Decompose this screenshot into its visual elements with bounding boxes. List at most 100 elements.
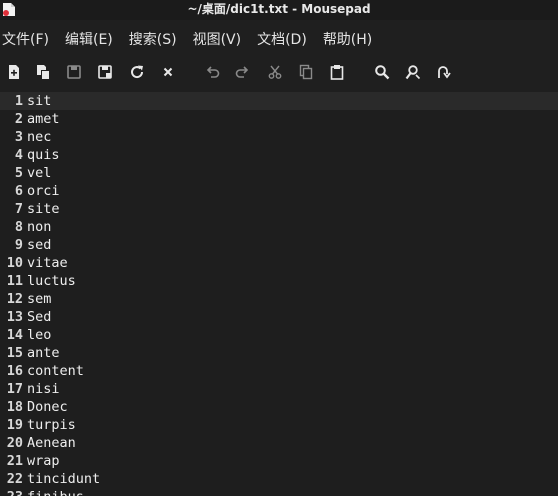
editor-line[interactable]: 9 sed xyxy=(0,236,558,254)
line-number: 13 xyxy=(6,309,23,325)
line-text[interactable]: wrap xyxy=(27,452,60,470)
line-number: 19 xyxy=(6,417,23,433)
editor-line[interactable]: 14 leo xyxy=(0,326,558,344)
reload-button[interactable] xyxy=(125,60,149,84)
editor-line[interactable]: 7 site xyxy=(0,200,558,218)
menu-search[interactable]: 搜索(S) xyxy=(125,29,177,49)
menu-help[interactable]: 帮助(H) xyxy=(319,29,372,49)
line-number: 18 xyxy=(6,399,23,415)
line-number: 15 xyxy=(6,345,23,361)
editor-line[interactable]: 6 orci xyxy=(0,182,558,200)
line-number: 22 xyxy=(6,471,23,487)
editor-line[interactable]: 15 ante xyxy=(0,344,558,362)
line-text[interactable]: content xyxy=(27,362,84,380)
undo-button[interactable] xyxy=(201,60,225,84)
line-text[interactable]: non xyxy=(27,218,51,236)
editor-line[interactable]: 4 quis xyxy=(0,146,558,164)
line-number: 14 xyxy=(6,327,23,343)
undo-icon xyxy=(206,66,220,78)
line-text[interactable]: amet xyxy=(27,110,60,128)
editor-line[interactable]: 3 nec xyxy=(0,128,558,146)
editor-line[interactable]: 10 vitae xyxy=(0,254,558,272)
goto-line-button[interactable] xyxy=(431,60,455,84)
line-number: 10 xyxy=(6,255,23,271)
editor-line[interactable]: 23 finibus xyxy=(0,488,558,496)
line-text[interactable]: nec xyxy=(27,128,51,146)
copy-button[interactable] xyxy=(294,60,318,84)
line-text[interactable]: nisi xyxy=(27,380,60,398)
editor-line[interactable]: 20 Aenean xyxy=(0,434,558,452)
editor-line[interactable]: 8 non xyxy=(0,218,558,236)
editor-line[interactable]: 21 wrap xyxy=(0,452,558,470)
editor-line[interactable]: 12 sem xyxy=(0,290,558,308)
editor-line[interactable]: 13 Sed xyxy=(0,308,558,326)
save-button[interactable] xyxy=(62,60,86,84)
title-bar: ~/桌面/dic1t.txt - Mousepad xyxy=(0,0,558,20)
editor-line[interactable]: 2 amet xyxy=(0,110,558,128)
menu-file[interactable]: 文件(F) xyxy=(0,29,49,49)
menu-edit[interactable]: 编辑(E) xyxy=(61,29,113,49)
editor-line[interactable]: 1 sit xyxy=(0,92,558,110)
line-number: 5 xyxy=(14,165,23,181)
line-number: 6 xyxy=(14,183,23,199)
line-text[interactable]: vitae xyxy=(27,254,68,272)
line-text[interactable]: sem xyxy=(27,290,51,308)
window-title: ~/桌面/dic1t.txt - Mousepad xyxy=(187,2,371,16)
line-text[interactable]: quis xyxy=(27,146,60,164)
line-number: 8 xyxy=(14,219,23,235)
line-text[interactable]: ante xyxy=(27,344,60,362)
find-replace-button[interactable] xyxy=(401,60,425,84)
editor-line[interactable]: 5 vel xyxy=(0,164,558,182)
line-text[interactable]: Donec xyxy=(27,398,68,416)
line-text[interactable]: turpis xyxy=(27,416,76,434)
line-number: 23 xyxy=(0,488,23,496)
editor-line[interactable]: 19 turpis xyxy=(0,416,558,434)
editor-line[interactable]: 18 Donec xyxy=(0,398,558,416)
find-button[interactable] xyxy=(370,60,394,84)
line-text[interactable]: orci xyxy=(27,182,60,200)
line-text[interactable]: vel xyxy=(27,164,51,182)
line-text[interactable]: sed xyxy=(27,236,51,254)
paste-button[interactable] xyxy=(325,60,349,84)
editor-line[interactable]: 16 content xyxy=(0,362,558,380)
line-number: 21 xyxy=(6,453,23,469)
line-text[interactable]: Sed xyxy=(27,308,51,326)
save-as-button[interactable] xyxy=(93,60,117,84)
line-number: 2 xyxy=(14,111,23,127)
editor-line[interactable]: 11 luctus xyxy=(0,272,558,290)
line-text[interactable]: leo xyxy=(27,326,51,344)
cut-button[interactable] xyxy=(263,60,287,84)
line-number: 16 xyxy=(6,363,23,379)
line-text[interactable]: site xyxy=(27,200,60,218)
new-document-button[interactable] xyxy=(2,60,26,84)
redo-button[interactable] xyxy=(230,60,254,84)
line-number: 11 xyxy=(6,273,23,289)
line-text[interactable]: sit xyxy=(27,92,51,110)
line-number: 17 xyxy=(6,381,23,397)
line-text[interactable]: Aenean xyxy=(27,434,76,452)
paste-icon xyxy=(330,65,344,80)
line-text[interactable]: luctus xyxy=(27,272,76,290)
new-window-icon xyxy=(37,65,49,79)
find-replace-icon xyxy=(405,65,421,80)
close-document-button[interactable] xyxy=(156,60,180,84)
line-number: 3 xyxy=(14,129,23,145)
menu-bar: 文件(F) 编辑(E) 搜索(S) 视图(V) 文档(D) 帮助(H) xyxy=(0,22,558,56)
save-icon xyxy=(67,65,81,79)
line-text[interactable]: tincidunt xyxy=(27,470,100,488)
line-number: 4 xyxy=(14,147,23,163)
line-text[interactable]: finibus xyxy=(27,488,84,496)
line-number: 20 xyxy=(6,435,23,451)
line-number: 1 xyxy=(14,93,23,109)
reload-icon xyxy=(131,65,144,79)
menu-document[interactable]: 文档(D) xyxy=(253,29,307,49)
new-window-button[interactable] xyxy=(31,60,55,84)
editor-line[interactable]: 17 nisi xyxy=(0,380,558,398)
redo-icon xyxy=(235,66,249,78)
line-number: 7 xyxy=(14,201,23,217)
editor-line[interactable]: 22 tincidunt xyxy=(0,470,558,488)
menu-view[interactable]: 视图(V) xyxy=(189,29,242,49)
line-number: 9 xyxy=(14,237,23,253)
text-editor[interactable]: 1 sit 2 amet 3 nec 4 quis 5 vel 6 orci 7 site 8… xyxy=(0,92,558,496)
new-document-icon xyxy=(9,65,19,79)
